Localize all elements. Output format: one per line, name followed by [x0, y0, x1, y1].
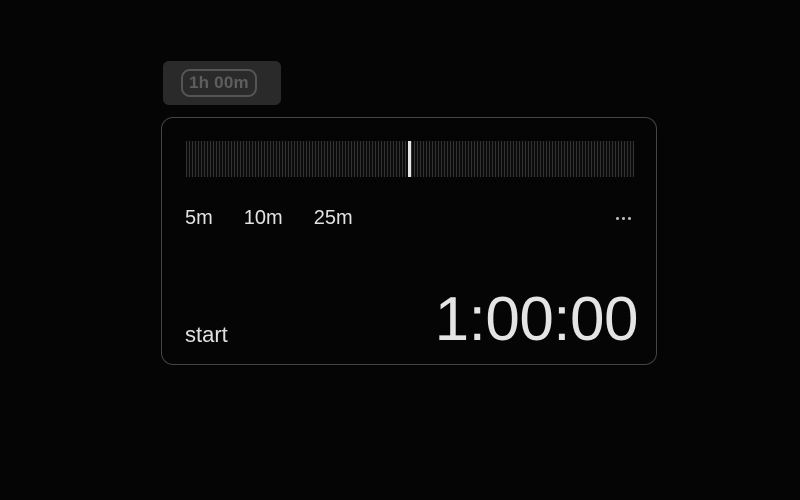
- duration-label: 1h 00m: [181, 69, 257, 97]
- preset-10m-button[interactable]: 10m: [244, 206, 283, 230]
- preset-25m-button[interactable]: 25m: [314, 206, 353, 230]
- time-display: 1:00:00: [434, 285, 639, 354]
- ellipsis-dot: [621, 216, 625, 220]
- ellipsis-dot: [615, 216, 619, 220]
- ruler-needle[interactable]: [408, 141, 411, 177]
- duration-chip[interactable]: 1h 00m: [163, 61, 281, 105]
- timer-card: 5m 10m 25m start 1:00:00: [161, 117, 657, 365]
- ellipsis-dot: [627, 216, 631, 220]
- preset-5m-button[interactable]: 5m: [185, 206, 213, 230]
- preset-list: 5m 10m 25m: [185, 206, 353, 230]
- ellipsis-icon[interactable]: [610, 208, 636, 228]
- timer-app: 1h 00m 5m 10m 25m start 1:00:00: [0, 0, 800, 500]
- duration-ruler-slider[interactable]: [186, 141, 634, 177]
- start-button[interactable]: start: [185, 322, 228, 348]
